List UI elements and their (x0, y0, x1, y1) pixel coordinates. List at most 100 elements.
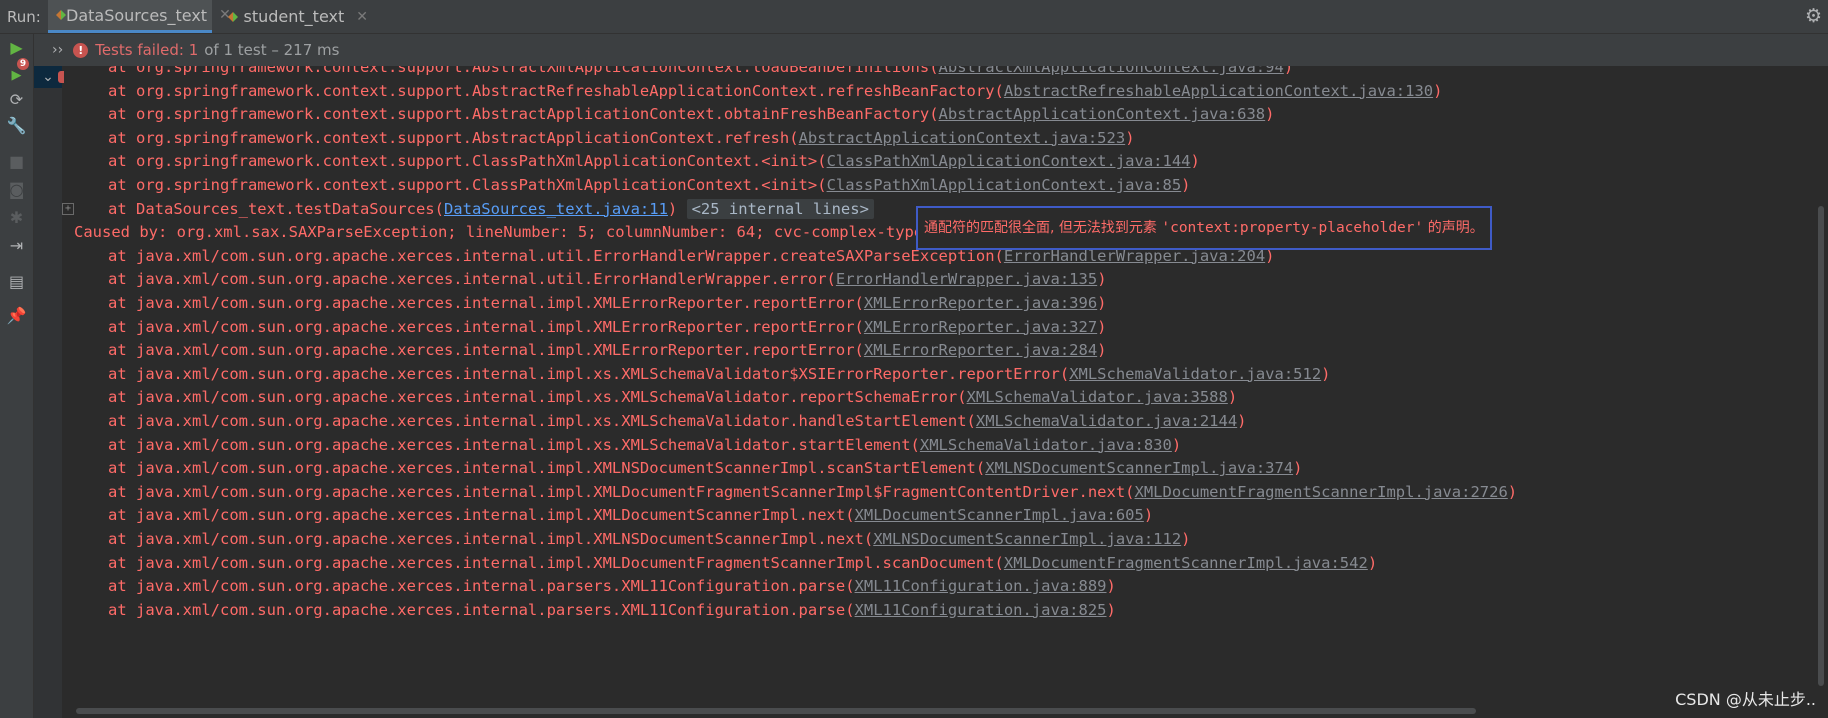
stack-frame-text: at java.xml/com.sun.org.apache.xerces.in… (108, 553, 1004, 572)
source-link[interactable]: XML11Configuration.java:889 (855, 577, 1107, 595)
stack-frame-text: at java.xml/com.sun.org.apache.xerces.in… (108, 388, 967, 407)
stack-frame-line: at org.springframework.context.support.C… (108, 176, 1191, 194)
stack-frame-line: at java.xml/com.sun.org.apache.xerces.in… (108, 482, 1518, 501)
horizontal-scrollbar[interactable] (76, 708, 1476, 714)
source-link[interactable]: XMLDocumentFragmentScannerImpl.java:2726 (1135, 483, 1508, 501)
stack-frame-line: at java.xml/com.sun.org.apache.xerces.in… (108, 577, 1116, 596)
stack-frame-line: at org.springframework.context.support.A… (108, 105, 1275, 124)
stack-frame-text: at java.xml/com.sun.org.apache.xerces.in… (108, 482, 1135, 501)
exit-icon[interactable]: ⇥ (4, 234, 29, 258)
stack-frame-text: at java.xml/com.sun.org.apache.xerces.in… (108, 412, 976, 430)
stack-frame-line: at java.xml/com.sun.org.apache.xerces.in… (108, 435, 1182, 454)
chevron-right-icon[interactable]: ›› (52, 42, 63, 58)
run-label: Run: (7, 8, 41, 26)
stack-frame-line: at org.springframework.context.support.A… (108, 81, 1443, 100)
source-link[interactable]: DataSources_text.java:11 (444, 200, 668, 218)
stack-frame-line: at java.xml/com.sun.org.apache.xerces.in… (108, 364, 1331, 383)
source-link[interactable]: AbstractApplicationContext.java:523 (799, 129, 1126, 147)
stack-frame-text: at java.xml/com.sun.org.apache.xerces.in… (108, 459, 986, 478)
rerun-badge: 9 (17, 58, 29, 70)
source-link[interactable]: ClassPathXmlApplicationContext.java:144 (827, 152, 1191, 170)
stack-frame-line: at java.xml/com.sun.org.apache.xerces.in… (108, 294, 1107, 312)
stack-frame-text: at org.springframework.context.support.A… (108, 128, 799, 147)
stack-frame-text: at java.xml/com.sun.org.apache.xerces.in… (108, 530, 874, 548)
gear-icon[interactable]: ⚙ (1805, 5, 1822, 27)
source-link[interactable]: XMLErrorReporter.java:284 (864, 341, 1097, 359)
stack-frame-line: at java.xml/com.sun.org.apache.xerces.in… (108, 388, 1238, 407)
popup-element: 'context:property-placeholder' (1161, 220, 1424, 236)
source-link[interactable]: XMLErrorReporter.java:327 (864, 318, 1097, 336)
fail-icon: ! (73, 42, 89, 58)
wrench-icon[interactable]: 🔧 (4, 114, 29, 138)
source-link[interactable]: XMLSchemaValidator.java:830 (920, 436, 1172, 454)
stack-frame-line: at java.xml/com.sun.org.apache.xerces.in… (108, 270, 1107, 289)
source-link[interactable]: ClassPathXmlApplicationContext.java:85 (827, 176, 1182, 194)
popup-text-suffix: 的声明。 (1423, 220, 1484, 236)
run-tab-bar: Run: DataSources_text ✕ student_text ✕ ⚙ (0, 0, 1828, 34)
stack-frame-text: at java.xml/com.sun.org.apache.xerces.in… (108, 600, 855, 619)
expand-icon[interactable]: + (62, 202, 74, 215)
stack-frame-text: at java.xml/com.sun.org.apache.xerces.in… (108, 294, 864, 312)
source-link[interactable]: XMLSchemaValidator.java:3588 (967, 388, 1228, 406)
source-link[interactable]: XMLErrorReporter.java:396 (864, 294, 1097, 312)
rerun-failed-icon[interactable]: ▶ 9 (4, 58, 29, 86)
caused-by-line: Caused by: org.xml.sax.SAXParseException… (74, 223, 989, 242)
layout-icon[interactable]: ▤ (4, 270, 29, 294)
stack-frame-text: at java.xml/com.sun.org.apache.xerces.in… (108, 577, 855, 596)
stack-frame-text: at java.xml/com.sun.org.apache.xerces.in… (108, 506, 855, 525)
scroll-thumb[interactable] (1818, 206, 1824, 686)
stack-frame-text: at org.springframework.context.support.C… (108, 152, 827, 171)
source-link[interactable]: XMLDocumentScannerImpl.java:605 (855, 506, 1144, 524)
tab-student-text[interactable]: student_text ✕ (220, 0, 376, 33)
tab-label: student_text (243, 7, 345, 26)
camera-icon[interactable]: ◙ (4, 178, 29, 202)
stack-frame-text: at java.xml/com.sun.org.apache.xerces.in… (108, 364, 1070, 383)
stop-icon[interactable]: ■ (4, 150, 29, 174)
source-link[interactable]: XMLNSDocumentScannerImpl.java:112 (873, 530, 1181, 548)
source-link[interactable]: ErrorHandlerWrapper.java:135 (836, 270, 1097, 288)
stack-frame-line: at java.xml/com.sun.org.apache.xerces.in… (108, 600, 1116, 619)
stack-frame-line: at java.xml/com.sun.org.apache.xerces.in… (108, 341, 1107, 360)
source-link[interactable]: AbstractRefreshableApplicationContext.ja… (1004, 82, 1433, 100)
stack-frame-line: at org.springframework.context.support.A… (62, 66, 1293, 79)
run-toolbar: ▶ ▶ 9 ⟳ 🔧 ■ ◙ ✱ ⇥ ▤ 📌 (0, 34, 34, 718)
source-link[interactable]: XMLNSDocumentScannerImpl.java:374 (985, 459, 1293, 477)
vertical-scrollbar[interactable] (1814, 66, 1828, 718)
source-link[interactable]: AbstractXmlApplicationContext.java:94 (939, 66, 1284, 76)
pin-icon[interactable]: 📌 (4, 304, 29, 328)
watermark: CSDN @从未止步.. (1675, 690, 1816, 709)
source-link[interactable]: XMLSchemaValidator.java:2144 (976, 412, 1237, 430)
bug-icon[interactable]: ✱ (4, 206, 29, 230)
toggle-auto-test-icon[interactable]: ⟳ (4, 88, 29, 112)
console-output[interactable]: at org.springframework.context.support.A… (62, 66, 1814, 718)
stack-frame-text: at org.springframework.context.support.C… (108, 176, 827, 194)
stack-frame-text: at org.springframework.context.support.A… (108, 66, 939, 76)
stack-frame-text: at java.xml/com.sun.org.apache.xerces.in… (108, 246, 1004, 265)
stack-frame-text: at DataSources_text.testDataSources( (108, 199, 444, 218)
stack-frame-line: at java.xml/com.sun.org.apache.xerces.in… (108, 506, 1154, 525)
stack-frame-text: at java.xml/com.sun.org.apache.xerces.in… (108, 435, 920, 454)
stack-frame-text: at java.xml/com.sun.org.apache.xerces.in… (108, 317, 864, 336)
stack-frame-line: at java.xml/com.sun.org.apache.xerces.in… (108, 412, 1247, 430)
stack-frame-text: at java.xml/com.sun.org.apache.xerces.in… (108, 341, 864, 360)
source-link[interactable]: AbstractApplicationContext.java:638 (939, 105, 1266, 123)
source-link[interactable]: XML11Configuration.java:825 (855, 601, 1107, 619)
stack-frame-text: at org.springframework.context.support.A… (108, 81, 1004, 100)
stack-frame-line: at java.xml/com.sun.org.apache.xerces.in… (108, 530, 1191, 548)
stack-frame-line: at org.springframework.context.support.A… (108, 128, 1135, 147)
tab-datasources-text[interactable]: DataSources_text ✕ (48, 0, 231, 33)
chevron-down-icon[interactable]: ⌄ (42, 69, 54, 85)
internal-lines-fold[interactable]: <25 internal lines> (686, 198, 874, 219)
source-link[interactable]: XMLSchemaValidator.java:512 (1069, 365, 1321, 383)
junit-run-icon (228, 11, 238, 23)
stack-frame-line: at java.xml/com.sun.org.apache.xerces.in… (108, 459, 1303, 478)
stack-frame-line: at org.springframework.context.support.C… (108, 152, 1200, 171)
run-icon[interactable]: ▶ (4, 36, 29, 60)
close-icon[interactable]: ✕ (356, 9, 368, 25)
stack-frame-line: at java.xml/com.sun.org.apache.xerces.in… (108, 317, 1107, 336)
stack-frame-line: + at DataSources_text.testDataSources(Dat… (62, 197, 874, 221)
source-link[interactable]: XMLDocumentFragmentScannerImpl.java:542 (1004, 554, 1368, 572)
test-tree-panel: ⌄ (34, 66, 64, 718)
stack-frame-text: at org.springframework.context.support.A… (108, 105, 939, 124)
tests-summary-text: of 1 test – 217 ms (204, 41, 340, 59)
